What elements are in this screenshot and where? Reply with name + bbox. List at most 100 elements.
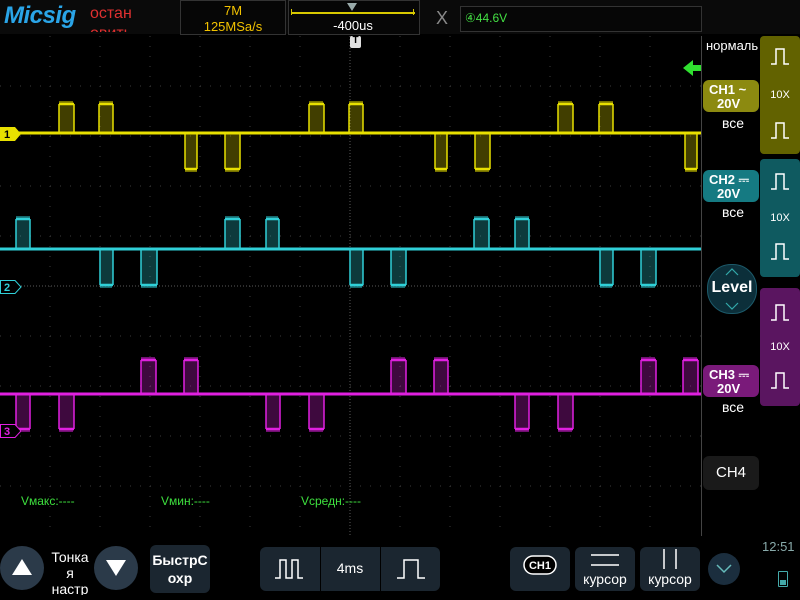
level-button[interactable]: Level xyxy=(707,264,757,314)
timebase-scale: 4ms xyxy=(336,560,364,576)
trigger-level-readout: ④44.6V xyxy=(465,11,507,25)
pulse-fill xyxy=(225,219,240,249)
ch3-bandwidth[interactable]: все xyxy=(722,399,744,415)
pulse-fill xyxy=(225,133,240,169)
pulse-fill xyxy=(600,249,613,285)
timebase-control[interactable]: 4ms xyxy=(260,547,440,591)
cursor-source-button[interactable]: CH1 xyxy=(510,547,570,591)
ch1-probe-ratio: 10X xyxy=(770,89,790,101)
measure-vmin[interactable]: Vмин:---- xyxy=(161,494,210,508)
level-label: Level xyxy=(711,279,753,296)
pulse-fill xyxy=(599,104,613,133)
pulse-fill xyxy=(309,394,324,429)
vertical-cursor-icon xyxy=(663,549,677,569)
fine-adjust-label-line2: я xyxy=(66,565,74,581)
horizontal-cursor-icon xyxy=(591,554,619,566)
clock: 12:51 xyxy=(762,539,795,554)
measure-vmax[interactable]: Vмакс:---- xyxy=(21,494,75,508)
pulse-fill xyxy=(391,360,406,394)
trigger-level-arrow-icon[interactable] xyxy=(683,60,701,81)
ch3-probe-ratio: 10X xyxy=(770,341,790,353)
window-bracket-left xyxy=(291,9,292,15)
pulse-fill xyxy=(141,249,157,285)
memory-depth: 7M xyxy=(223,3,243,18)
x-icon[interactable]: X xyxy=(436,8,448,29)
waveform-display[interactable]: T 1 2 3 Vмакс:---- Vмин:---- Vсредн:---- xyxy=(0,35,702,536)
pulse-fill xyxy=(474,219,489,249)
pulse-fill xyxy=(349,104,363,133)
ch1-source-icon: CH1 xyxy=(523,555,557,575)
pulse-fill xyxy=(59,394,74,429)
ch3-offset-marker[interactable]: 3 xyxy=(0,424,22,443)
ch3-marker-label: 3 xyxy=(4,426,10,438)
pulse-up-icon xyxy=(771,173,789,190)
measure-vavg[interactable]: Vсредн:---- xyxy=(301,494,361,508)
trigger-position-value: -400us xyxy=(333,18,373,33)
timebase-increase-icon[interactable] xyxy=(396,558,426,580)
pulse-fill xyxy=(641,249,656,285)
pulse-fill xyxy=(685,133,697,169)
memory-window-bar xyxy=(291,12,415,14)
pulse-fill xyxy=(641,360,656,394)
pulse-fill xyxy=(99,104,113,133)
ch1-offset-marker[interactable]: 1 xyxy=(0,127,22,146)
quick-save-button[interactable]: БыстрС охр xyxy=(150,545,210,593)
battery-icon xyxy=(778,571,788,587)
pulse-fill xyxy=(185,133,197,169)
horizontal-cursor-button[interactable]: курсор xyxy=(575,547,635,591)
pulse-fill xyxy=(266,219,279,249)
trigger-position-panel[interactable]: -400us xyxy=(288,0,420,35)
expand-menu-button[interactable] xyxy=(708,553,740,585)
ch3-probe-panel[interactable]: 10X xyxy=(760,288,800,406)
pulse-fill xyxy=(16,219,30,249)
pulse-fill xyxy=(141,360,156,394)
pulse-up-icon xyxy=(771,122,789,139)
pulse-fill xyxy=(266,394,280,429)
pulse-fill xyxy=(475,133,490,169)
chevron-down-icon xyxy=(725,302,739,310)
run-stop-label-line2: овить xyxy=(90,24,134,32)
ch4-button[interactable]: CH4 xyxy=(703,456,759,490)
chevron-down-icon xyxy=(716,564,732,574)
pulse-fill xyxy=(391,249,406,285)
ch1-probe-panel[interactable]: 10X xyxy=(760,36,800,154)
ch2-settings-badge[interactable]: CH2 ⎓ 20V xyxy=(703,170,759,202)
fine-adjust-label: Тонка я настр xyxy=(46,549,94,595)
ch2-bandwidth[interactable]: все xyxy=(722,204,744,220)
bottom-toolbar: Тонка я настр БыстрС охр 4ms CH1 курсор … xyxy=(0,537,800,600)
pulse-fill xyxy=(434,360,448,394)
pulse-fill xyxy=(515,219,529,249)
ch3-settings-badge[interactable]: CH3 ⎓ 20V xyxy=(703,365,759,397)
pulse-fill xyxy=(558,394,573,429)
pulse-up-icon xyxy=(771,243,789,260)
vertical-cursor-label: курсор xyxy=(648,571,692,587)
fine-up-button[interactable] xyxy=(0,546,44,590)
ch1-name: CH1 xyxy=(709,82,736,97)
vertical-cursor-button[interactable]: курсор xyxy=(640,547,700,591)
pulse-up-icon xyxy=(771,48,789,65)
trigger-time-marker-icon[interactable]: T xyxy=(350,35,361,48)
ch1-bandwidth[interactable]: все xyxy=(722,115,744,131)
ch3-scale: 20V xyxy=(717,381,741,396)
pulse-up-icon xyxy=(771,304,789,321)
ch1-settings-badge[interactable]: CH1 ~ 20V xyxy=(703,80,759,112)
quick-save-label-line2: охр xyxy=(167,570,193,586)
pulse-fill xyxy=(435,133,447,169)
acquisition-info[interactable]: 7M 125MSa/s xyxy=(180,0,286,35)
fine-adjust-label-line3: настр xyxy=(51,581,89,595)
trigger-mode-label[interactable]: нормаль xyxy=(706,38,758,53)
fine-down-button[interactable] xyxy=(94,546,138,590)
ch3-coupling-icon: ⎓ xyxy=(738,367,750,382)
pulse-fill xyxy=(558,104,573,133)
run-stop-label-line1: остан xyxy=(90,5,132,22)
timebase-decrease-icon[interactable] xyxy=(274,558,304,580)
trigger-source-icon: ④ xyxy=(465,11,476,25)
window-bracket-right xyxy=(413,9,414,15)
waveform-canvas xyxy=(0,36,701,536)
pulse-up-icon xyxy=(771,372,789,389)
run-stop-status[interactable]: остан овить xyxy=(90,4,134,32)
trigger-level-panel[interactable]: ④44.6V xyxy=(460,6,702,32)
chevron-up-icon xyxy=(725,268,739,276)
ch2-offset-marker[interactable]: 2 xyxy=(0,280,22,299)
ch2-probe-panel[interactable]: 10X xyxy=(760,159,800,277)
